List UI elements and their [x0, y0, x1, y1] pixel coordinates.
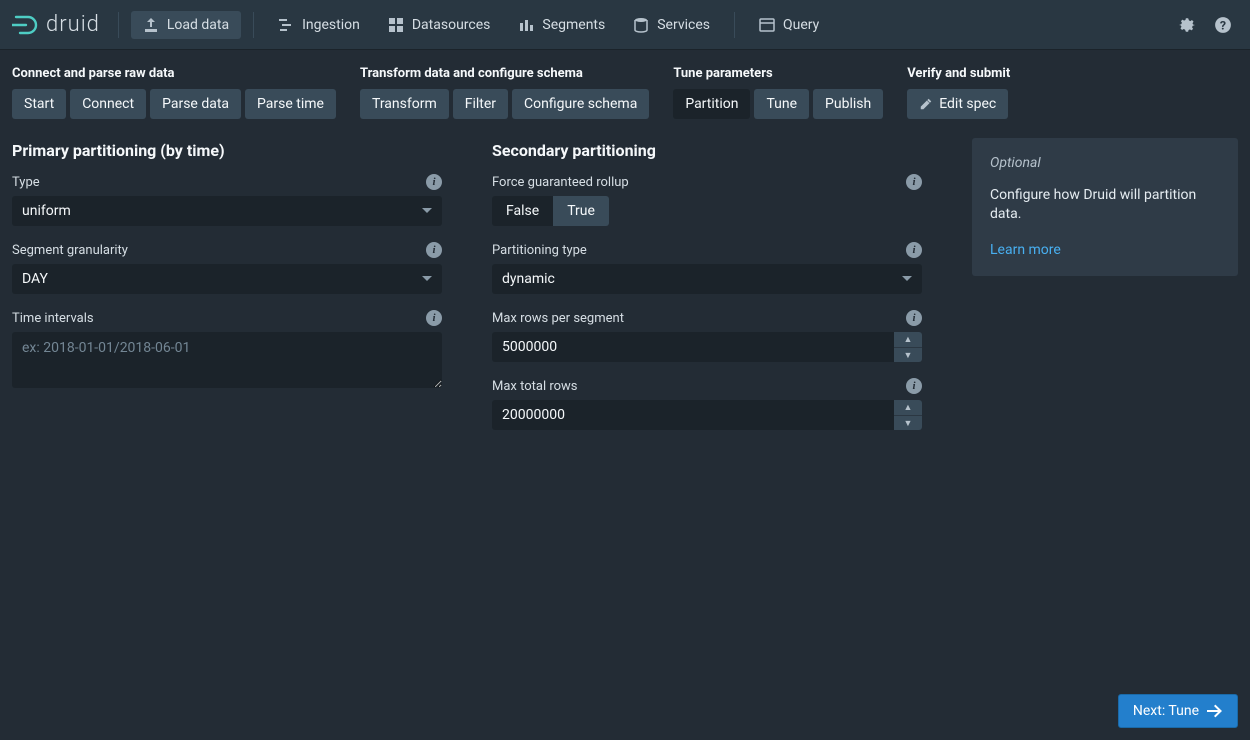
- info-icon[interactable]: i: [906, 378, 922, 394]
- step-edit-spec[interactable]: Edit spec: [907, 89, 1008, 119]
- field-rollup: Force guaranteed rollup i False True: [492, 174, 922, 226]
- type-label: Type: [12, 175, 40, 190]
- wizard-steps: Connect and parse raw data Start Connect…: [0, 50, 1250, 131]
- callout-desc: Configure how Druid will partition data.: [990, 186, 1220, 225]
- intervals-input[interactable]: [12, 332, 442, 388]
- rollup-false[interactable]: False: [492, 196, 553, 226]
- top-nav: druid Load data Ingestion Datasources Se…: [0, 0, 1250, 50]
- step-group-connect: Connect and parse raw data Start Connect…: [12, 66, 336, 119]
- help-icon: ?: [1214, 16, 1232, 34]
- type-select[interactable]: uniform: [12, 196, 442, 226]
- step-partition[interactable]: Partition: [673, 89, 750, 119]
- stepper-down[interactable]: ▼: [894, 348, 922, 363]
- gear-icon: [1178, 16, 1196, 34]
- primary-panel: Primary partitioning (by time) Type i un…: [12, 141, 442, 408]
- upload-icon: [143, 17, 159, 33]
- nav-divider: [253, 12, 254, 38]
- logo-icon: [12, 13, 40, 37]
- maxtotal-input[interactable]: [492, 400, 894, 430]
- multi-select-icon: [388, 17, 404, 33]
- secondary-heading: Secondary partitioning: [492, 141, 922, 160]
- logo[interactable]: druid: [12, 12, 106, 37]
- primary-heading: Primary partitioning (by time): [12, 141, 442, 160]
- maxrows-stepper: ▲ ▼: [894, 332, 922, 362]
- rollup-label: Force guaranteed rollup: [492, 175, 629, 190]
- stepper-down[interactable]: ▼: [894, 416, 922, 431]
- info-icon[interactable]: i: [906, 174, 922, 190]
- step-start[interactable]: Start: [12, 89, 66, 119]
- step-title: Verify and submit: [907, 66, 1010, 81]
- step-transform[interactable]: Transform: [360, 89, 449, 119]
- step-publish[interactable]: Publish: [813, 89, 883, 119]
- stepper-up[interactable]: ▲: [894, 400, 922, 416]
- nav-ingestion[interactable]: Ingestion: [266, 11, 372, 39]
- help-callout: Optional Configure how Druid will partit…: [972, 138, 1238, 276]
- step-filter[interactable]: Filter: [453, 89, 508, 119]
- field-granularity: Segment granularity i DAY: [12, 242, 442, 294]
- info-icon[interactable]: i: [426, 310, 442, 326]
- info-icon[interactable]: i: [426, 242, 442, 258]
- nav-load-data[interactable]: Load data: [131, 11, 241, 39]
- database-icon: [633, 17, 649, 33]
- nav-segments[interactable]: Segments: [506, 11, 617, 39]
- edit-icon: [919, 97, 933, 111]
- stacked-chart-icon: [518, 17, 534, 33]
- granularity-label: Segment granularity: [12, 243, 128, 258]
- info-icon[interactable]: i: [906, 242, 922, 258]
- step-group-transform: Transform data and configure schema Tran…: [360, 66, 649, 119]
- step-tune[interactable]: Tune: [754, 89, 809, 119]
- maxrows-input[interactable]: [492, 332, 894, 362]
- maxtotal-stepper: ▲ ▼: [894, 400, 922, 430]
- step-group-tune: Tune parameters Partition Tune Publish: [673, 66, 883, 119]
- next-button[interactable]: Next: Tune: [1118, 694, 1238, 728]
- field-intervals: Time intervals i: [12, 310, 442, 392]
- step-connect[interactable]: Connect: [70, 89, 146, 119]
- step-parse-time[interactable]: Parse time: [245, 89, 336, 119]
- app-icon: [759, 17, 775, 33]
- nav-divider: [734, 12, 735, 38]
- step-group-verify: Verify and submit Edit spec: [907, 66, 1010, 119]
- maxrows-label: Max rows per segment: [492, 311, 624, 326]
- step-title: Transform data and configure schema: [360, 66, 649, 81]
- field-max-total: Max total rows i ▲ ▼: [492, 378, 922, 430]
- arrow-right-icon: [1207, 704, 1223, 718]
- nav-datasources[interactable]: Datasources: [376, 11, 503, 39]
- ptype-label: Partitioning type: [492, 243, 587, 258]
- gantt-icon: [278, 17, 294, 33]
- help-button[interactable]: ?: [1208, 10, 1238, 40]
- ptype-select[interactable]: dynamic: [492, 264, 922, 294]
- callout-optional: Optional: [990, 154, 1220, 174]
- svg-text:?: ?: [1220, 19, 1226, 33]
- step-parse-data[interactable]: Parse data: [150, 89, 241, 119]
- intervals-label: Time intervals: [12, 311, 94, 326]
- nav-services[interactable]: Services: [621, 11, 722, 39]
- nav-divider: [118, 12, 119, 38]
- step-title: Tune parameters: [673, 66, 883, 81]
- field-type: Type i uniform: [12, 174, 442, 226]
- step-title: Connect and parse raw data: [12, 66, 336, 81]
- learn-more-link[interactable]: Learn more: [990, 242, 1061, 258]
- settings-button[interactable]: [1172, 10, 1202, 40]
- info-icon[interactable]: i: [426, 174, 442, 190]
- secondary-panel: Secondary partitioning Force guaranteed …: [492, 141, 922, 446]
- field-partitioning-type: Partitioning type i dynamic: [492, 242, 922, 294]
- rollup-true[interactable]: True: [553, 196, 609, 226]
- logo-text: druid: [46, 12, 100, 37]
- maxtotal-label: Max total rows: [492, 379, 578, 394]
- stepper-up[interactable]: ▲: [894, 332, 922, 348]
- info-icon[interactable]: i: [906, 310, 922, 326]
- step-configure-schema[interactable]: Configure schema: [512, 89, 649, 119]
- rollup-toggle: False True: [492, 196, 922, 226]
- granularity-select[interactable]: DAY: [12, 264, 442, 294]
- nav-query[interactable]: Query: [747, 11, 831, 39]
- field-max-rows: Max rows per segment i ▲ ▼: [492, 310, 922, 362]
